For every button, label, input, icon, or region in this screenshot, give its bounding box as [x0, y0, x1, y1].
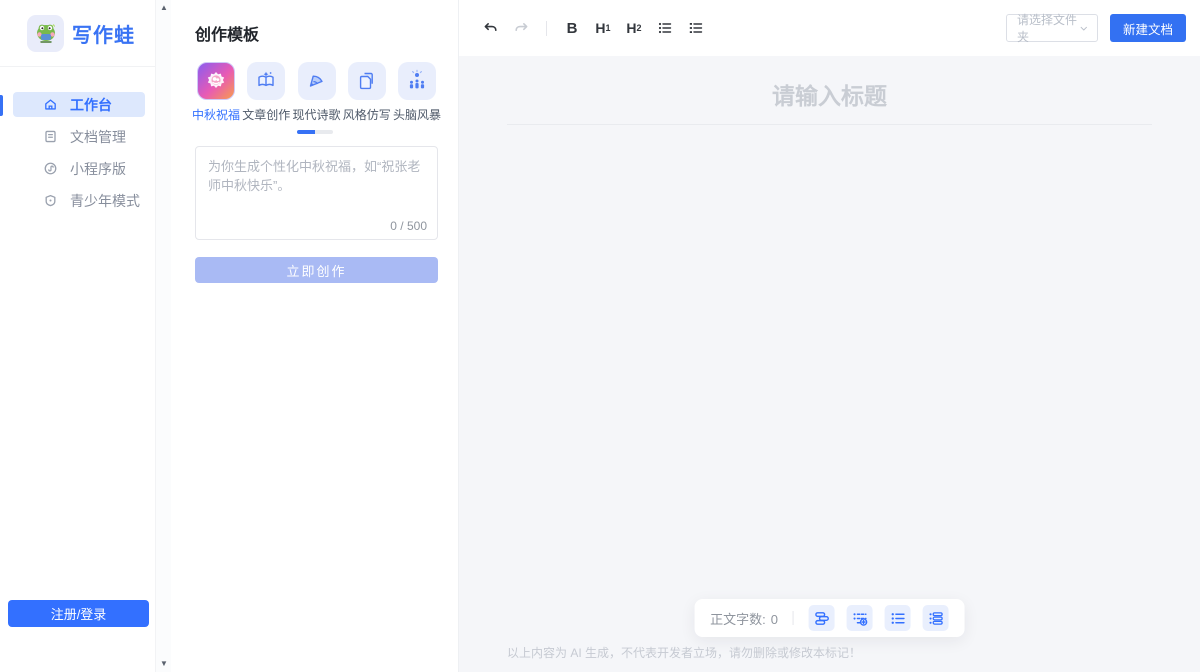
expand-list-icon[interactable] [847, 605, 873, 631]
template-style-imitation[interactable]: 风格仿写 [344, 62, 390, 123]
prompt-input-box: 0 / 500 [195, 146, 438, 240]
heading2-button[interactable]: H2 [623, 17, 645, 39]
template-label: 风格仿写 [343, 106, 391, 123]
teen-mode-icon [43, 193, 59, 208]
frog-logo-icon [27, 15, 64, 52]
app-window: 写作蛙 工作台 文档管理 小程序版 [0, 0, 1200, 672]
vertical-scrollbar[interactable]: ▲ ▼ [155, 0, 171, 672]
brainstorm-icon [398, 62, 436, 100]
sidebar-item-workbench[interactable]: 工作台 [13, 92, 145, 117]
miniprogram-icon [43, 161, 59, 176]
sidebar-item-label: 文档管理 [70, 127, 126, 147]
template-panel: 创作模板 中秋祝福 [171, 0, 459, 672]
template-label: 文章创作 [242, 106, 290, 123]
template-article[interactable]: 文章创作 [243, 62, 289, 123]
title-divider [507, 124, 1152, 125]
style-imitation-icon [348, 62, 386, 100]
panel-title: 创作模板 [195, 21, 458, 45]
template-modern-poetry[interactable]: 现代诗歌 [294, 62, 340, 123]
new-document-button[interactable]: 新建文档 [1110, 14, 1186, 42]
undo-icon[interactable] [479, 17, 501, 39]
word-count-toolbar: 正文字数:0 [694, 599, 965, 637]
folder-select-placeholder: 请选择文件夹 [1017, 11, 1079, 45]
char-counter: 0 / 500 [390, 219, 427, 233]
app-title: 写作蛙 [72, 19, 135, 48]
sidebar-nav: 工作台 文档管理 小程序版 青少年模式 [0, 92, 155, 213]
template-label: 中秋祝福 [192, 106, 240, 123]
pill-divider [793, 611, 794, 625]
editor-canvas: 请输入标题 正文字数:0 [459, 56, 1200, 672]
template-list: 中秋祝福 文章创作 [193, 62, 440, 123]
active-indicator-bar [0, 95, 3, 116]
template-mid-autumn[interactable]: 中秋祝福 [193, 62, 239, 123]
summary-list-icon[interactable] [923, 605, 949, 631]
editor-toolbar: B H1 H2 请选择文件夹 新建文档 [459, 0, 1200, 56]
folder-select[interactable]: 请选择文件夹 [1006, 14, 1098, 42]
modern-poetry-icon [298, 62, 336, 100]
chevron-down-icon [1079, 23, 1089, 34]
template-label: 现代诗歌 [293, 106, 341, 123]
sidebar: 写作蛙 工作台 文档管理 小程序版 [0, 0, 155, 672]
sidebar-item-label: 青少年模式 [70, 191, 140, 211]
sidebar-item-label: 小程序版 [70, 159, 126, 179]
document-icon [43, 129, 59, 144]
mid-autumn-icon [197, 62, 235, 100]
create-now-button[interactable]: 立即创作 [195, 257, 438, 283]
template-brainstorm[interactable]: 头脑风暴 [394, 62, 440, 123]
home-icon [43, 97, 59, 112]
scrollbar-thumb[interactable] [297, 130, 315, 134]
bold-button[interactable]: B [561, 17, 583, 39]
sidebar-item-documents[interactable]: 文档管理 [13, 124, 145, 149]
scrollbar-track [315, 130, 333, 134]
document-actions: 请选择文件夹 新建文档 [1006, 14, 1186, 42]
rewrite-flow-icon[interactable] [809, 605, 835, 631]
scroll-down-arrow-icon[interactable]: ▼ [156, 659, 172, 669]
bullet-list-icon[interactable] [654, 17, 676, 39]
format-tools: B H1 H2 [479, 17, 707, 39]
bullet-list-blue-icon[interactable] [885, 605, 911, 631]
prompt-textarea[interactable] [196, 147, 437, 215]
template-carousel-scrollbar[interactable] [297, 130, 333, 134]
logo: 写作蛙 [0, 0, 155, 52]
sidebar-item-teen-mode[interactable]: 青少年模式 [13, 188, 145, 213]
article-creation-icon [247, 62, 285, 100]
toolbar-divider [546, 21, 547, 36]
title-input-placeholder[interactable]: 请输入标题 [459, 56, 1200, 111]
login-register-button[interactable]: 注册/登录 [8, 600, 149, 627]
heading1-button[interactable]: H1 [592, 17, 614, 39]
ordered-list-icon[interactable] [685, 17, 707, 39]
ai-disclaimer: 以上内容为 AI 生成，不代表开发者立场，请勿删除或修改本标记！ [507, 644, 861, 661]
sidebar-item-label: 工作台 [70, 95, 112, 115]
sidebar-divider [0, 66, 155, 67]
redo-icon[interactable] [510, 17, 532, 39]
ai-tools [809, 605, 949, 631]
sidebar-item-miniprogram[interactable]: 小程序版 [13, 156, 145, 181]
scroll-up-arrow-icon[interactable]: ▲ [156, 3, 172, 13]
template-label: 头脑风暴 [393, 106, 441, 123]
editor-area: B H1 H2 请选择文件夹 新建文档 请输入标题 [459, 0, 1200, 672]
word-count: 正文字数:0 [710, 609, 778, 628]
